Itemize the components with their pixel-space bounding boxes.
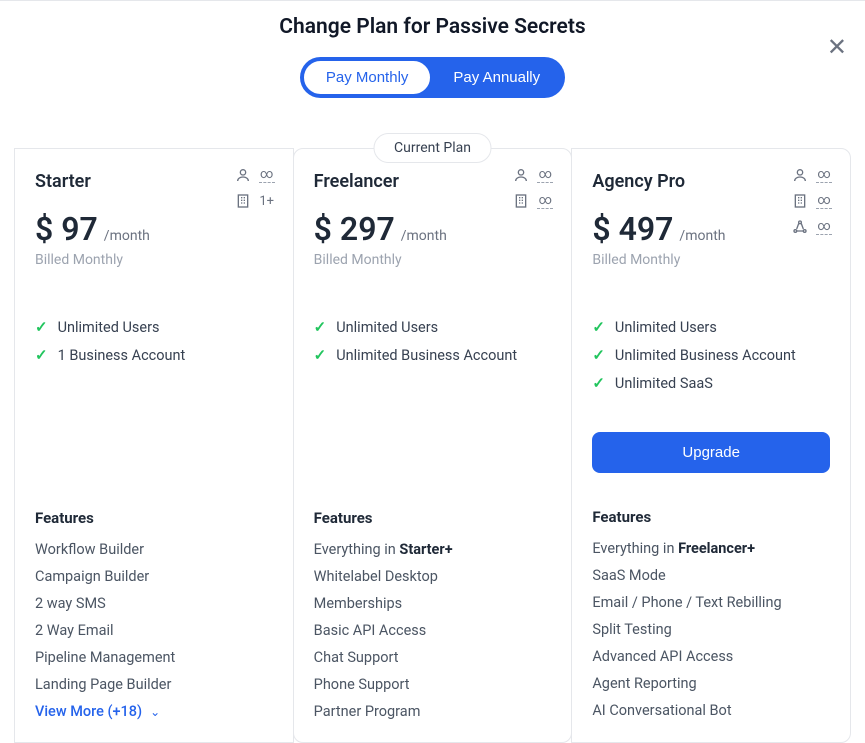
features-heading: Features [314, 509, 552, 527]
feature-item: SaaS Mode [592, 567, 830, 584]
plans-row: Current Plan Starter ∞ 1+ $ 97 /month Bi… [0, 148, 865, 743]
current-plan-badge: Current Plan [373, 133, 492, 163]
building-icon [792, 193, 808, 209]
check-icon: ✓ [314, 346, 327, 364]
check-text: Unlimited Users [336, 319, 438, 336]
feature-item: Chat Support [314, 649, 552, 666]
plan-agency-pro: Agency Pro ∞ ∞ ∞ $ 497 [571, 148, 851, 743]
upgrade-button[interactable]: Upgrade [592, 432, 830, 473]
saas-icon [792, 219, 808, 235]
feature-item: Split Testing [592, 621, 830, 638]
feature-item: Whitelabel Desktop [314, 568, 552, 585]
feature-item: Agent Reporting [592, 675, 830, 692]
saas-limit: ∞ [816, 220, 832, 235]
feature-item: Partner Program [314, 703, 552, 720]
price: $ 97 [35, 210, 98, 248]
feature-item: Pipeline Management [35, 649, 273, 666]
price-period: /month [679, 228, 725, 244]
feature-item: Memberships [314, 595, 552, 612]
price-period: /month [104, 228, 150, 244]
check-icon: ✓ [592, 374, 605, 392]
building-icon [513, 193, 529, 209]
user-icon [235, 167, 251, 183]
billing-note: Billed Monthly [592, 252, 830, 268]
check-icon: ✓ [35, 346, 48, 364]
pay-annually-tab[interactable]: Pay Annually [431, 60, 562, 95]
price-period: /month [401, 228, 447, 244]
users-limit: ∞ [537, 168, 553, 183]
price: $ 497 [592, 210, 673, 248]
feature-everything-in: Everything in Freelancer+ [592, 540, 830, 557]
feature-item: Landing Page Builder [35, 676, 273, 693]
business-limit: ∞ [816, 194, 832, 209]
close-icon[interactable]: ✕ [827, 33, 847, 61]
check-text: Unlimited SaaS [615, 375, 713, 392]
feature-item: 2 way SMS [35, 595, 273, 612]
check-icon: ✓ [35, 318, 48, 336]
plan-freelancer: Freelancer ∞ ∞ $ 297 /month Billed Month… [293, 148, 573, 743]
feature-item: Email / Phone / Text Rebilling [592, 594, 830, 611]
feature-item: 2 Way Email [35, 622, 273, 639]
billing-note: Billed Monthly [314, 252, 552, 268]
user-icon [513, 167, 529, 183]
plan-starter: Starter ∞ 1+ $ 97 /month Billed Monthly … [14, 148, 294, 743]
check-icon: ✓ [592, 318, 605, 336]
feature-item: Advanced API Access [592, 648, 830, 665]
view-more-link[interactable]: View More (+18) ⌄ [35, 703, 273, 720]
check-text: 1 Business Account [58, 347, 186, 364]
feature-everything-in: Everything in Starter+ [314, 541, 552, 558]
check-icon: ✓ [314, 318, 327, 336]
page-title: Change Plan for Passive Secrets [0, 15, 865, 39]
business-limit: ∞ [537, 194, 553, 209]
view-more-label: View More (+18) [35, 703, 142, 720]
check-text: Unlimited Users [615, 319, 717, 336]
feature-item: Basic API Access [314, 622, 552, 639]
price: $ 297 [314, 210, 395, 248]
pay-monthly-tab[interactable]: Pay Monthly [303, 60, 432, 95]
check-icon: ✓ [592, 346, 605, 364]
feature-item: AI Conversational Bot [592, 702, 830, 719]
check-text: Unlimited Business Account [615, 347, 796, 364]
feature-item: Campaign Builder [35, 568, 273, 585]
check-text: Unlimited Business Account [336, 347, 517, 364]
feature-item: Workflow Builder [35, 541, 273, 558]
user-icon [792, 167, 808, 183]
billing-toggle: Pay Monthly Pay Annually [300, 57, 565, 98]
users-limit: ∞ [259, 168, 275, 183]
building-icon [235, 193, 251, 209]
business-limit: 1+ [259, 195, 275, 208]
users-limit: ∞ [816, 168, 832, 183]
features-heading: Features [592, 508, 830, 526]
check-text: Unlimited Users [58, 319, 160, 336]
chevron-down-icon: ⌄ [150, 705, 160, 719]
feature-item: Phone Support [314, 676, 552, 693]
billing-note: Billed Monthly [35, 252, 273, 268]
features-heading: Features [35, 509, 273, 527]
